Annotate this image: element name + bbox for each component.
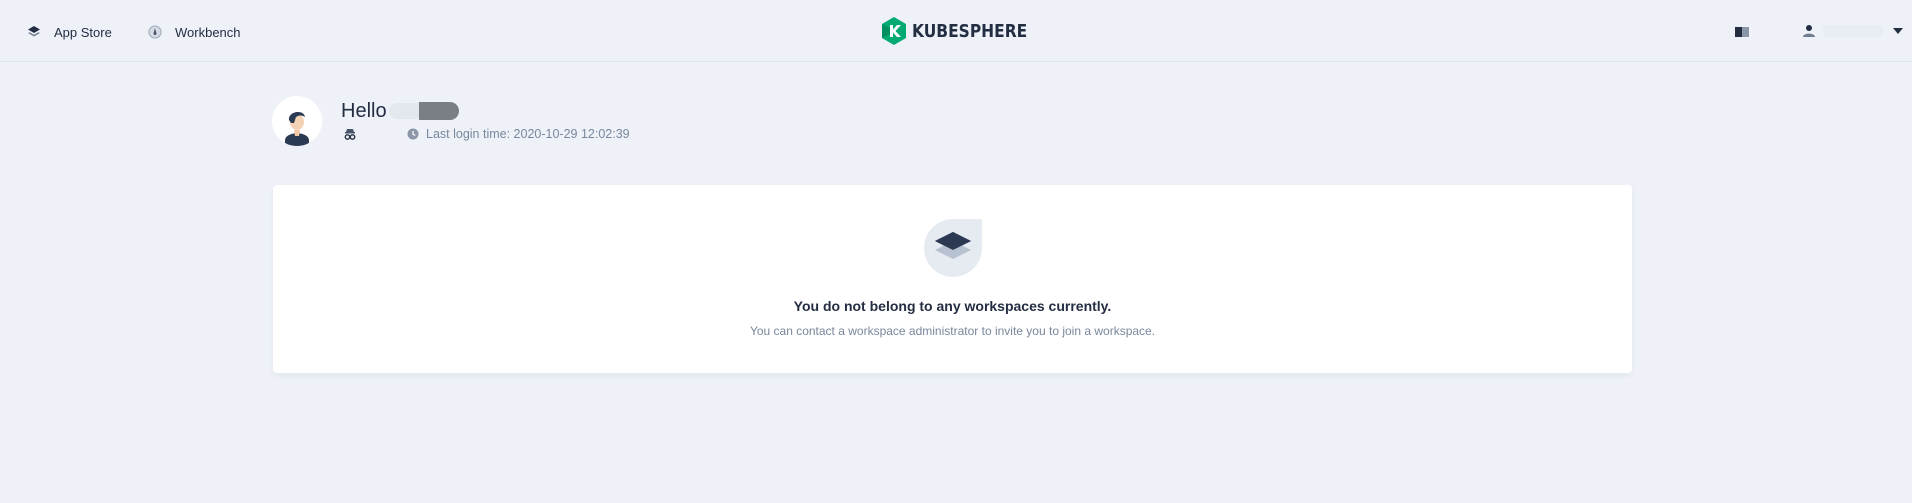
user-icon — [1803, 25, 1815, 37]
docs-button[interactable] — [1734, 24, 1750, 40]
kubesphere-logo[interactable]: KUBESPHERE — [881, 17, 1046, 45]
nav-workbench-label: Workbench — [175, 24, 241, 40]
role-icon — [344, 129, 356, 140]
nav-app-store[interactable]: App Store — [26, 22, 112, 42]
clock-icon — [407, 128, 419, 140]
username-redacted-right — [418, 102, 459, 120]
kubesphere-logo-text: KUBESPHERE — [912, 20, 1028, 42]
user-meta-row: Last login time: 2020-10-29 12:02:39 — [343, 126, 630, 142]
empty-state-description: You can contact a workspace administrato… — [749, 324, 1156, 338]
nav-workbench[interactable]: Workbench — [147, 22, 241, 42]
book-icon — [1735, 27, 1749, 37]
empty-state-title: You do not belong to any workspaces curr… — [793, 298, 1112, 314]
kubesphere-logo-icon — [882, 17, 906, 45]
greeting-text: Hello — [341, 99, 387, 122]
workspace-empty-panel: You do not belong to any workspaces curr… — [273, 185, 1632, 373]
last-login-time: Last login time: 2020-10-29 12:02:39 — [426, 127, 630, 141]
greeting-hello: Hello — [341, 98, 459, 124]
avatar — [272, 96, 322, 146]
workbench-icon — [147, 24, 163, 40]
top-navbar: App Store Workbench KUBESPHERE — [0, 0, 1912, 62]
caret-down-icon — [1893, 28, 1903, 34]
workspace-layers-icon — [922, 217, 984, 279]
nav-app-store-label: App Store — [54, 24, 112, 40]
username-redacted-left — [388, 103, 419, 119]
username-redacted — [1823, 25, 1883, 37]
user-menu[interactable] — [1803, 22, 1903, 40]
app-store-icon — [26, 24, 42, 40]
